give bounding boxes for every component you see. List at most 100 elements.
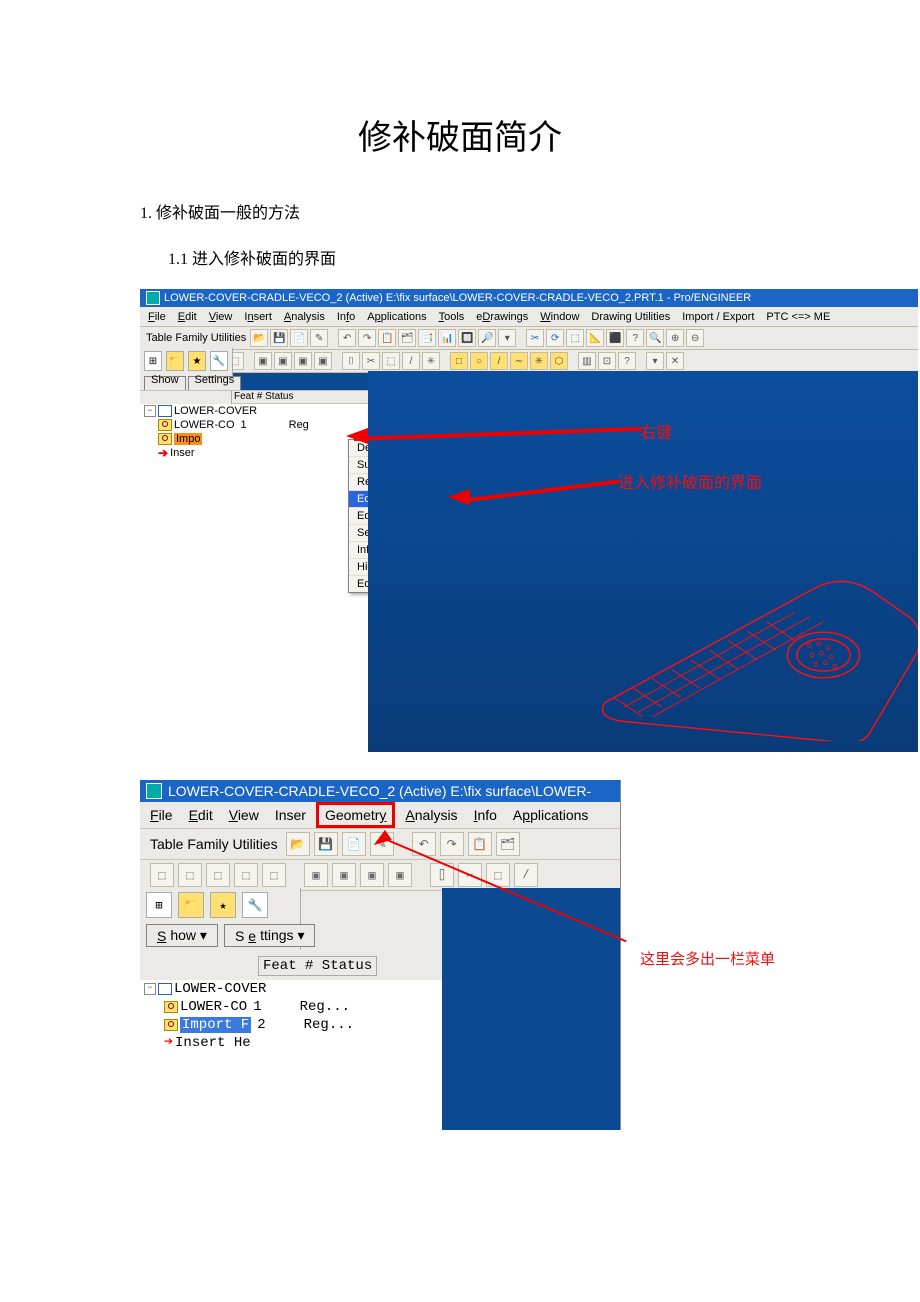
menu-file[interactable]: File — [150, 807, 173, 823]
tool-icon[interactable]: 💾 — [270, 329, 288, 347]
menu-info[interactable]: Info — [474, 807, 497, 823]
tool-icon[interactable]: ⬚ — [262, 863, 286, 887]
tool-icon[interactable]: / — [402, 352, 420, 370]
tool-icon[interactable]: ○ — [470, 352, 488, 370]
tool-icon[interactable]: ▥ — [578, 352, 596, 370]
tool-icon[interactable]: ▾ — [646, 352, 664, 370]
help-icon[interactable]: ? — [618, 352, 636, 370]
copy-icon[interactable]: 📋 — [468, 832, 492, 856]
menu-applications[interactable]: Applications — [513, 807, 589, 823]
tool-icon[interactable]: 🔧 — [210, 351, 228, 371]
star-icon[interactable]: ★ — [210, 892, 236, 918]
zoom-in-icon[interactable]: ⊕ — [666, 329, 684, 347]
tool-icon[interactable]: ✳ — [530, 352, 548, 370]
tool-icon[interactable]: 📑 — [418, 329, 436, 347]
tree-item-selected[interactable]: Impo — [140, 432, 368, 446]
tool-icon[interactable]: □ — [450, 352, 468, 370]
tool-icon[interactable]: 🗂 — [496, 832, 520, 856]
cube-icon[interactable]: ▣ — [360, 863, 384, 887]
collapse-icon[interactable]: − — [144, 405, 156, 417]
cube-icon[interactable]: ▣ — [332, 863, 356, 887]
cube-icon[interactable]: ▣ — [274, 352, 292, 370]
tool-icon[interactable]: 📄 — [342, 832, 366, 856]
zoom-out-icon[interactable]: ⊖ — [686, 329, 704, 347]
tool-icon[interactable]: ⬚ — [566, 329, 584, 347]
tool-icon[interactable]: 📂 — [286, 832, 310, 856]
menu-tools[interactable]: Tools — [439, 311, 465, 323]
cube-icon[interactable]: ▣ — [294, 352, 312, 370]
tool-icon[interactable]: ⬚ — [206, 863, 230, 887]
tool-icon[interactable]: ∼ — [510, 352, 528, 370]
cube-icon[interactable]: ▣ — [388, 863, 412, 887]
tree-item[interactable]: LOWER-CO 1 Reg... — [140, 998, 442, 1016]
menu-view[interactable]: View — [209, 311, 233, 323]
menu-edrawings[interactable]: eDrawings — [476, 311, 528, 323]
folder-icon[interactable]: 📁 — [166, 351, 184, 371]
tool-icon[interactable]: 🗂 — [398, 329, 416, 347]
tool-icon[interactable]: 🔲 — [458, 329, 476, 347]
menu-analysis[interactable]: Analysis — [284, 311, 325, 323]
tool-icon[interactable]: ⬚ — [382, 352, 400, 370]
menu-analysis[interactable]: Analysis — [405, 807, 457, 823]
tool-icon[interactable]: ✳ — [422, 352, 440, 370]
copy-icon[interactable]: 📋 — [378, 329, 396, 347]
collapse-icon[interactable]: − — [144, 983, 156, 995]
close-icon[interactable]: ✕ — [666, 352, 684, 370]
tool-icon[interactable]: ▾ — [498, 329, 516, 347]
tool-icon[interactable]: 📊 — [438, 329, 456, 347]
viewport-3d[interactable] — [442, 888, 620, 1130]
tree-item-selected[interactable]: Import F 2 Reg... — [140, 1016, 442, 1034]
tool-icon[interactable]: 📄 — [290, 329, 308, 347]
tool-icon[interactable]: ⬛ — [606, 329, 624, 347]
tool-icon[interactable]: / — [490, 352, 508, 370]
tree-item-insert[interactable]: ➔ Insert He — [140, 1034, 442, 1052]
menu-insert[interactable]: Inser — [275, 807, 306, 823]
cube-icon[interactable]: ▣ — [304, 863, 328, 887]
tool-icon[interactable]: 📐 — [586, 329, 604, 347]
menu-geometry-highlighted[interactable]: Geometry — [316, 802, 395, 828]
menu-window[interactable]: Window — [540, 311, 579, 323]
tool-icon[interactable]: ✎ — [310, 329, 328, 347]
settings-button[interactable]: Settings ▾ — [224, 924, 316, 947]
tool-icon[interactable]: ⟳ — [546, 329, 564, 347]
menu-drawing-utilities[interactable]: Drawing Utilities — [591, 311, 670, 323]
redo-icon[interactable]: ↷ — [358, 329, 376, 347]
star-icon[interactable]: ★ — [188, 351, 206, 371]
tool-icon[interactable]: 🔧 — [242, 892, 268, 918]
tool-icon[interactable]: 📂 — [250, 329, 268, 347]
menu-edit[interactable]: Edit — [189, 807, 213, 823]
tree-icon[interactable]: ⊞ — [146, 892, 172, 918]
tool-icon[interactable]: 🔍 — [646, 329, 664, 347]
menu-applications[interactable]: Applications — [367, 311, 426, 323]
tool-icon[interactable]: ⬚ — [150, 863, 174, 887]
menu-view[interactable]: View — [229, 807, 259, 823]
tool-icon[interactable]: ✂ — [362, 352, 380, 370]
tree-icon[interactable]: ⊞ — [144, 351, 162, 371]
tool-icon[interactable]: / — [514, 863, 538, 887]
menu-ptc[interactable]: PTC <=> ME — [766, 311, 830, 323]
cube-icon[interactable]: ▣ — [314, 352, 332, 370]
menu-info[interactable]: Info — [337, 311, 355, 323]
find-icon[interactable]: 🔎 — [478, 329, 496, 347]
tool-icon[interactable]: ⬚ — [178, 863, 202, 887]
tree-root[interactable]: − LOWER-COVER — [140, 404, 368, 418]
undo-icon[interactable]: ↶ — [338, 329, 356, 347]
tree-root[interactable]: − LOWER-COVER — [140, 980, 442, 998]
show-button[interactable]: Show ▾ — [146, 924, 218, 947]
help-icon[interactable]: ? — [626, 329, 644, 347]
tool-icon[interactable]: ⊡ — [598, 352, 616, 370]
cube-icon[interactable]: ▣ — [254, 352, 272, 370]
menu-insert[interactable]: Insert — [244, 311, 272, 323]
menu-import-export[interactable]: Import / Export — [682, 311, 754, 323]
tool-icon[interactable]: ⬚ — [234, 863, 258, 887]
tool-icon[interactable]: ⬡ — [550, 352, 568, 370]
tree-item[interactable]: LOWER-CO 1 Reg — [140, 418, 368, 432]
tree-item-insert[interactable]: ➔ Inser — [140, 446, 368, 460]
folder-icon[interactable]: 📁 — [178, 892, 204, 918]
menu-edit[interactable]: Edit — [178, 311, 197, 323]
tool-icon[interactable]: ⌷ — [342, 352, 360, 370]
tool-icon[interactable]: 💾 — [314, 832, 338, 856]
tool-icon[interactable]: ✂ — [526, 329, 544, 347]
menu-file[interactable]: File — [148, 311, 166, 323]
redo-icon[interactable]: ↷ — [440, 832, 464, 856]
